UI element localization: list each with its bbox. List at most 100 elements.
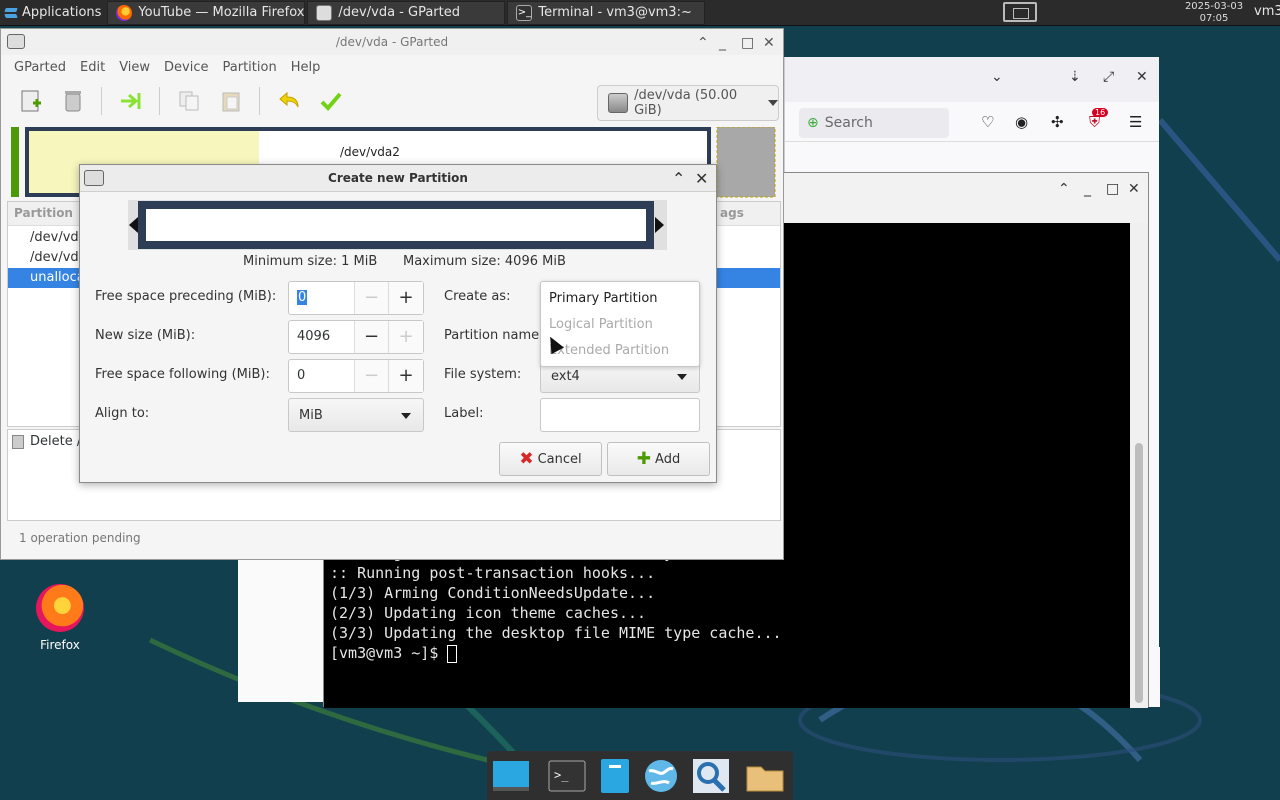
- close-icon[interactable]: ✕: [1136, 69, 1148, 85]
- cancel-button[interactable]: ✖ Cancel: [499, 442, 602, 476]
- new-size-input[interactable]: 4096: [289, 321, 355, 353]
- resize-move-icon[interactable]: [119, 89, 143, 113]
- operation-item[interactable]: Delete /c: [12, 434, 88, 449]
- pocket-icon[interactable]: ♡: [981, 113, 994, 131]
- terminal-scrollbar[interactable]: [1130, 223, 1148, 708]
- resize-right-handle[interactable]: [655, 217, 664, 233]
- terminal-line: (2/3) Updating icon theme caches...: [330, 604, 647, 622]
- terminal-icon: >_: [516, 4, 533, 21]
- close-icon[interactable]: ✕: [695, 165, 708, 192]
- harddisk-icon: [608, 93, 629, 113]
- maximize-icon[interactable]: ⤢: [1103, 69, 1114, 85]
- decrement-button[interactable]: −: [355, 321, 389, 353]
- resizer-partition[interactable]: [146, 209, 646, 241]
- chevron-down-icon: [677, 374, 687, 380]
- free-following-stepper[interactable]: 0 − +: [288, 359, 424, 393]
- terminal-icon[interactable]: >_: [547, 757, 587, 795]
- minimum-size-label: Minimum size: 1 MiB: [243, 254, 378, 269]
- chevron-down-icon[interactable]: ⌄: [991, 69, 1003, 85]
- firefox-search-placeholder: Search: [824, 115, 873, 131]
- toolbar-separator: [159, 87, 160, 115]
- increment-button[interactable]: +: [389, 360, 423, 392]
- align-to-value: MiB: [299, 407, 323, 423]
- partition-resizer[interactable]: [128, 200, 667, 250]
- device-label: /dev/vda (50.00 GiB): [634, 88, 738, 118]
- increment-button[interactable]: +: [389, 321, 423, 353]
- menu-view[interactable]: View: [112, 60, 157, 75]
- minimize-icon[interactable]: _: [719, 30, 726, 56]
- paste-icon[interactable]: [219, 89, 243, 113]
- gparted-app-icon: [84, 170, 104, 186]
- panel-clock[interactable]: 2025-03-03 07:05: [1180, 0, 1248, 25]
- taskbar-terminal[interactable]: >_ Terminal - vm3@vm3:~: [507, 0, 706, 25]
- label-input[interactable]: [540, 398, 700, 432]
- clock-time: 07:05: [1199, 13, 1229, 24]
- decrement-button[interactable]: −: [355, 360, 389, 392]
- plus-icon: ✚: [636, 449, 652, 469]
- menu-help[interactable]: Help: [284, 60, 328, 75]
- chevron-up-icon[interactable]: ⌃: [1058, 181, 1070, 197]
- minimize-icon[interactable]: ⇣: [1069, 69, 1081, 85]
- column-partition[interactable]: Partition: [14, 206, 73, 220]
- hamburger-menu-icon[interactable]: ☰: [1129, 113, 1142, 131]
- terminal-line: (1/3) Arming ConditionNeedsUpdate...: [330, 584, 656, 602]
- dialog-titlebar: Create new Partition ⌃ ✕: [80, 165, 716, 192]
- taskbar-gparted[interactable]: /dev/vda - GParted: [307, 0, 506, 25]
- map-partition-label: /dev/vda2: [340, 145, 400, 159]
- maximize-icon[interactable]: □: [1106, 181, 1119, 197]
- firefox-search-box[interactable]: ⊕ Search: [799, 108, 949, 138]
- gparted-menubar: GParted Edit View Device Partition Help: [1, 55, 783, 79]
- scrollbar-thumb[interactable]: [1135, 443, 1143, 703]
- close-icon[interactable]: ✕: [763, 30, 775, 56]
- extensions-icon[interactable]: ✣: [1051, 113, 1064, 131]
- option-primary-partition[interactable]: Primary Partition: [549, 291, 658, 306]
- resize-left-handle[interactable]: [129, 217, 138, 233]
- add-button[interactable]: ✚ Add: [607, 442, 710, 476]
- delete-partition-icon[interactable]: [61, 89, 85, 113]
- option-extended-partition[interactable]: Extended Partition: [549, 343, 669, 358]
- option-logical-partition[interactable]: Logical Partition: [549, 317, 653, 332]
- chevron-up-icon[interactable]: ⌃: [672, 165, 685, 192]
- align-to-select[interactable]: MiB: [288, 398, 424, 432]
- free-following-input[interactable]: 0: [289, 360, 355, 392]
- minimize-icon[interactable]: _: [1084, 181, 1091, 197]
- dialog-title: Create new Partition: [328, 171, 468, 185]
- account-icon[interactable]: ◉: [1015, 113, 1028, 131]
- file-manager-icon[interactable]: [595, 757, 635, 795]
- undo-icon[interactable]: [277, 89, 301, 113]
- menu-gparted[interactable]: GParted: [7, 60, 73, 75]
- menu-edit[interactable]: Edit: [73, 60, 112, 75]
- create-as-dropdown[interactable]: Primary Partition Logical Partition Exte…: [540, 281, 700, 367]
- free-preceding-input[interactable]: 0: [289, 282, 355, 314]
- search-icon[interactable]: [691, 757, 731, 795]
- menu-device[interactable]: Device: [157, 60, 215, 75]
- apply-icon[interactable]: [319, 89, 343, 113]
- device-selector[interactable]: /dev/vda (50.00 GiB): [597, 85, 779, 121]
- folder-icon[interactable]: [745, 757, 785, 795]
- new-size-stepper[interactable]: 4096 − +: [288, 320, 424, 354]
- show-desktop-icon[interactable]: [491, 757, 531, 795]
- applications-menu[interactable]: Applications: [0, 0, 107, 26]
- desktop-firefox-shortcut[interactable]: Firefox: [30, 584, 90, 652]
- chevron-up-icon[interactable]: ⌃: [697, 30, 709, 56]
- terminal-prompt[interactable]: [vm3@vm3 ~]$: [330, 643, 458, 663]
- terminal-line: (3/3) Updating the desktop file MIME typ…: [330, 624, 782, 642]
- desktop-firefox-label: Firefox: [40, 638, 80, 652]
- free-preceding-stepper[interactable]: 0 − +: [288, 281, 424, 315]
- decrement-button[interactable]: −: [355, 282, 389, 314]
- column-flags[interactable]: ags: [720, 206, 744, 220]
- web-browser-icon[interactable]: [641, 757, 681, 795]
- taskbar-firefox[interactable]: YouTube — Mozilla Firefox: [107, 0, 306, 25]
- resizer-frame[interactable]: [138, 201, 654, 249]
- maximize-icon[interactable]: □: [741, 30, 754, 56]
- close-icon[interactable]: ✕: [1128, 181, 1140, 197]
- user-menu[interactable]: vm3: [1254, 4, 1280, 19]
- toolbar-separator: [101, 87, 102, 115]
- menu-partition[interactable]: Partition: [216, 60, 284, 75]
- new-partition-icon[interactable]: [19, 89, 43, 113]
- display-icon[interactable]: [1003, 2, 1037, 22]
- gparted-icon: [316, 4, 333, 21]
- increment-button[interactable]: +: [389, 282, 423, 314]
- copy-icon[interactable]: [177, 89, 201, 113]
- free-preceding-label: Free space preceding (MiB):: [95, 289, 277, 304]
